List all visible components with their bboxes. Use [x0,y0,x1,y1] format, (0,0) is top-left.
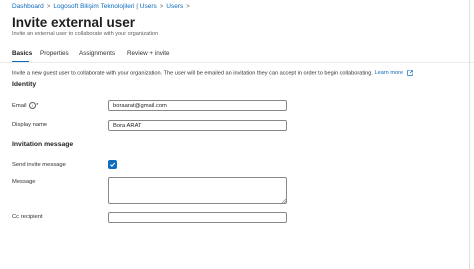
page-subtitle: Invite an external user to collaborate w… [12,31,159,37]
resize-grip-icon[interactable] [281,198,286,203]
display-name-label: Display name [12,122,48,128]
tab-assignments-label: Assignments [79,50,116,57]
display-name-field[interactable] [108,120,287,131]
panel-edge [469,0,470,269]
tab-review-invite-label: Review + invite [127,50,170,57]
tab-review-invite[interactable]: Review + invite [127,50,170,57]
email-label-text: Email [12,103,27,110]
email-field[interactable] [108,100,287,111]
breadcrumb-users[interactable]: Users [166,3,183,10]
invitation-heading: Invitation message [12,141,74,148]
tab-properties[interactable]: Properties [40,50,69,57]
message-textarea[interactable] [108,177,287,204]
breadcrumb-separator: > [186,4,190,10]
learn-more-label: Learn more [374,70,404,77]
breadcrumb-dashboard[interactable]: Dashboard [12,3,44,10]
checkmark-icon [110,162,116,167]
required-mark: * [36,103,39,110]
send-invite-label: Send invite message [12,162,66,168]
external-link-icon [406,70,413,76]
cc-recipient-label: Cc recipient [12,214,43,220]
tab-basics[interactable]: Basics [12,50,33,63]
cc-recipient-field[interactable] [108,212,287,223]
breadcrumb: Dashboard > Logosoft Bilişim Teknolojileri… [12,3,193,10]
intro-description: Invite a new guest user to collaborate w… [12,70,373,77]
breadcrumb-separator: > [159,4,164,10]
tabs-divider [0,62,474,63]
page-title: Invite external user [12,15,136,30]
send-invite-checkbox[interactable] [108,160,117,169]
message-label: Message [12,179,36,185]
tab-assignments[interactable]: Assignments [79,50,115,57]
intro-text: Invite a new guest user to collaborate w… [12,70,413,76]
identity-heading: Identity [12,81,37,88]
tab-basics-label: Basics [12,50,33,57]
learn-more-link[interactable]: Learn more [374,70,413,77]
tab-properties-label: Properties [40,50,69,57]
breadcrumb-separator: > [46,4,51,10]
breadcrumb-tenant-users[interactable]: Logosoft Bilişim Teknolojileri | Users [53,3,156,10]
email-label: Email i * [12,102,38,109]
